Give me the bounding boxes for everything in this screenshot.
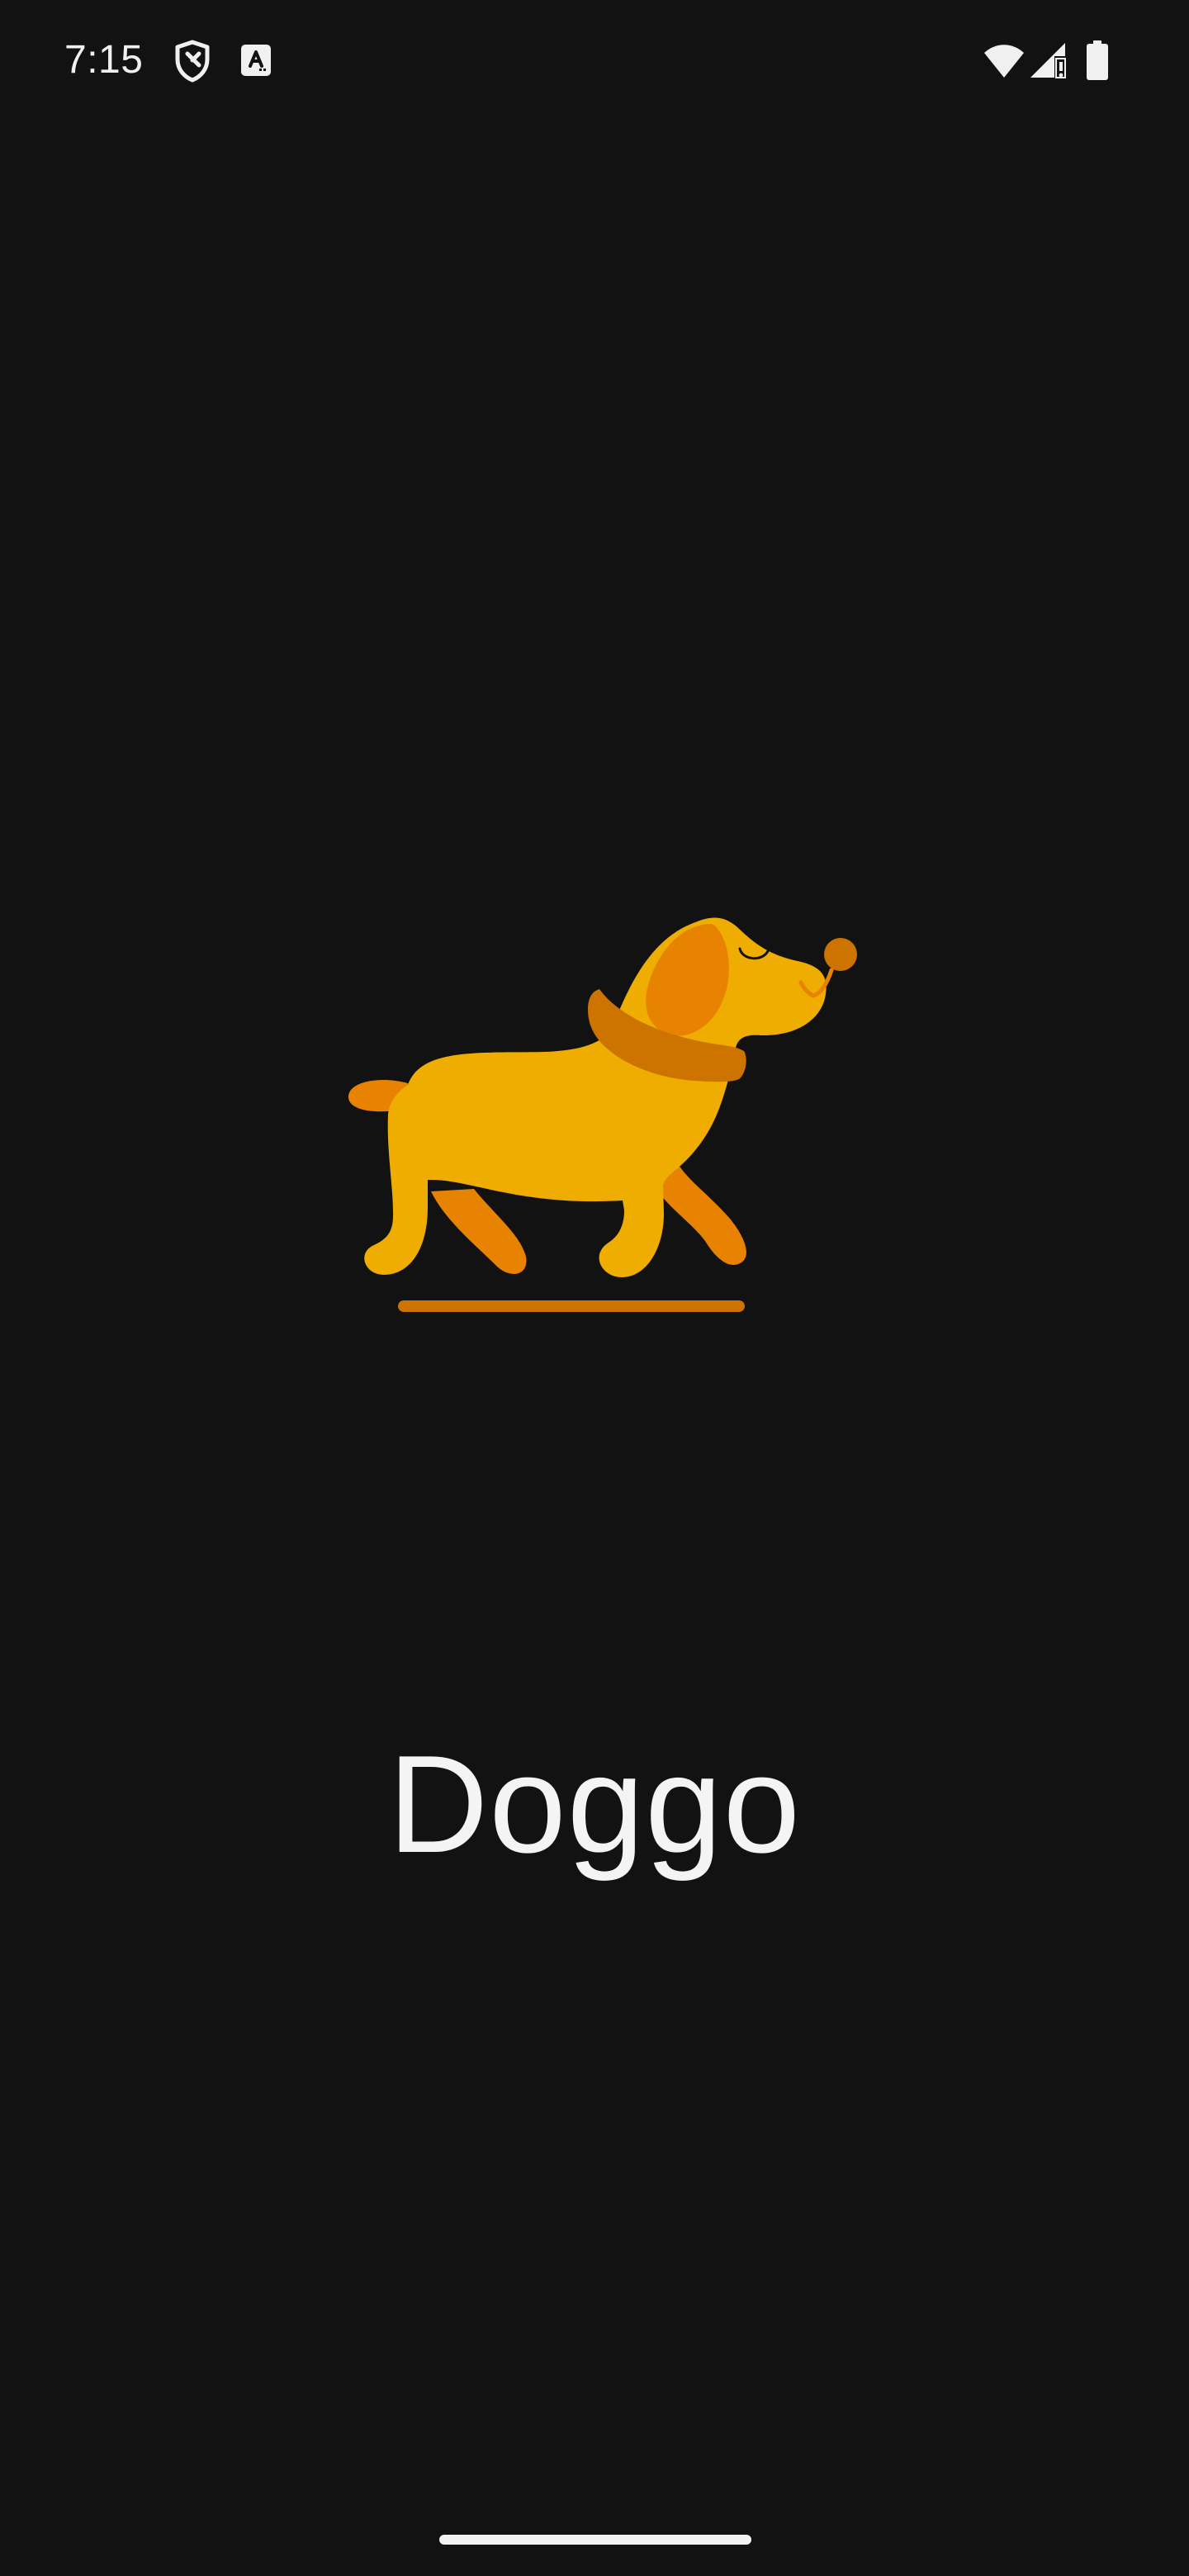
splash-screen: Doggo <box>0 0 1189 2576</box>
home-indicator[interactable] <box>439 2535 751 2545</box>
app-name: Doggo <box>387 1726 802 1882</box>
dog-icon <box>348 917 857 1312</box>
